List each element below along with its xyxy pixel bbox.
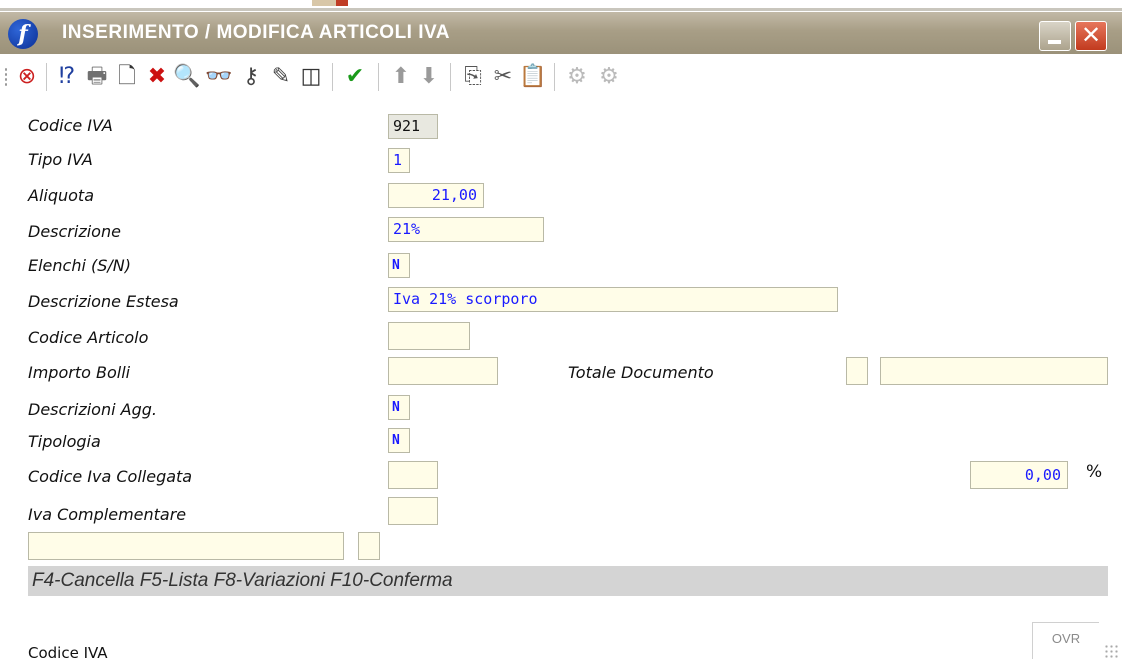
magic-wand-icon[interactable]: ✎ [266, 62, 296, 92]
descrizione-estesa-label: Descrizione Estesa [28, 292, 179, 311]
minimize-button[interactable] [1039, 21, 1071, 51]
elenchi-field[interactable]: N [388, 253, 410, 278]
background-window-border [0, 8, 1122, 11]
toolbar-separator [554, 63, 555, 91]
toolbar-separator [332, 63, 333, 91]
codice-iva-collegata-label: Codice Iva Collegata [28, 467, 193, 486]
toolbar-separator [46, 63, 47, 91]
tipo-iva-field[interactable]: 1 [388, 148, 410, 173]
title-bar[interactable]: f INSERIMENTO / MODIFICA ARTICOLI IVA ✕ [0, 12, 1122, 54]
copy-icon[interactable]: ⎘ [458, 62, 488, 92]
help-icon[interactable]: ⁉ [52, 62, 82, 92]
new-document-icon[interactable]: 🗋 [112, 62, 142, 92]
descrizione-field[interactable]: 21% [388, 217, 544, 242]
codice-articolo-label: Codice Articolo [28, 328, 149, 347]
function-keys-hint: F4-Cancella F5-Lista F8-Variazioni F10-C… [28, 566, 1108, 596]
totale-documento-field[interactable] [880, 357, 1108, 385]
elenchi-label: Elenchi (S/N) [28, 256, 132, 275]
arrow-up-icon: ⬆ [391, 64, 411, 89]
descrizioni-agg-field[interactable]: N [388, 395, 410, 420]
importo-bolli-label: Importo Bolli [28, 363, 131, 382]
search-icon[interactable]: 🔍 [172, 62, 202, 92]
toolbar-separator [450, 63, 451, 91]
iva-complementare-field[interactable] [388, 497, 438, 525]
window-title: INSERIMENTO / MODIFICA ARTICOLI IVA [62, 22, 450, 43]
descrizione-label: Descrizione [28, 222, 121, 241]
percentuale-field[interactable]: 0,00 [970, 461, 1068, 489]
tipo-iva-label: Tipo IVA [28, 150, 93, 169]
iva-complementare-label: Iva Complementare [28, 505, 187, 524]
columns-icon[interactable]: ◫ [296, 62, 326, 92]
totale-documento-label: Totale Documento [568, 363, 714, 382]
totale-documento-flag-field[interactable] [846, 357, 868, 385]
percent-symbol: % [1086, 462, 1103, 482]
gears-alt-icon: ⚙ [599, 64, 619, 89]
status-field-name: Codice IVA [28, 644, 108, 662]
toolbar-grip[interactable] [4, 67, 8, 87]
resize-grip-icon[interactable] [1104, 644, 1118, 660]
codice-iva-field[interactable]: 921 [388, 114, 438, 139]
aliquota-field[interactable]: 21,00 [388, 183, 484, 208]
paste-icon[interactable]: 📋 [518, 62, 548, 92]
print-icon[interactable]: 🖶 [82, 62, 112, 92]
background-window-tab-accent [336, 0, 348, 6]
confirm-check-icon[interactable]: ✔ [340, 62, 370, 92]
codice-iva-collegata-field[interactable] [388, 461, 438, 489]
descrizioni-agg-label: Descrizioni Agg. [28, 400, 157, 419]
cut-icon[interactable]: ✂ [488, 62, 518, 92]
extra-field-1[interactable] [28, 532, 344, 560]
tipologia-field[interactable]: N [388, 428, 410, 453]
toolbar: ⊗ ⁉ 🖶 🗋 ✖ 🔍 👓 ⚷ ✎ ◫ ✔ ⬆ ⬇ ⎘ ✂ 📋 ⚙ ⚙ [0, 54, 1122, 102]
codice-articolo-field[interactable] [388, 322, 470, 350]
descrizione-estesa-field[interactable]: Iva 21% scorporo [388, 287, 838, 312]
background-window-edge [0, 0, 1122, 12]
toolbar-separator [378, 63, 379, 91]
arrow-down-icon: ⬇ [419, 64, 439, 89]
key-icon[interactable]: ⚷ [236, 62, 266, 92]
tipologia-label: Tipologia [28, 432, 101, 451]
codice-iva-label: Codice IVA [28, 116, 113, 135]
gears-icon: ⚙ [567, 64, 587, 89]
extra-field-2[interactable] [358, 532, 380, 560]
app-logo-icon[interactable]: f [8, 19, 38, 49]
aliquota-label: Aliquota [28, 186, 94, 205]
close-button[interactable]: ✕ [1075, 21, 1107, 51]
overwrite-mode-indicator: OVR [1032, 622, 1099, 659]
find-binoculars-icon[interactable]: 👓 [204, 62, 234, 92]
importo-bolli-field[interactable] [388, 357, 498, 385]
exit-icon[interactable]: ⊗ [12, 62, 42, 92]
delete-icon[interactable]: ✖ [142, 62, 172, 92]
